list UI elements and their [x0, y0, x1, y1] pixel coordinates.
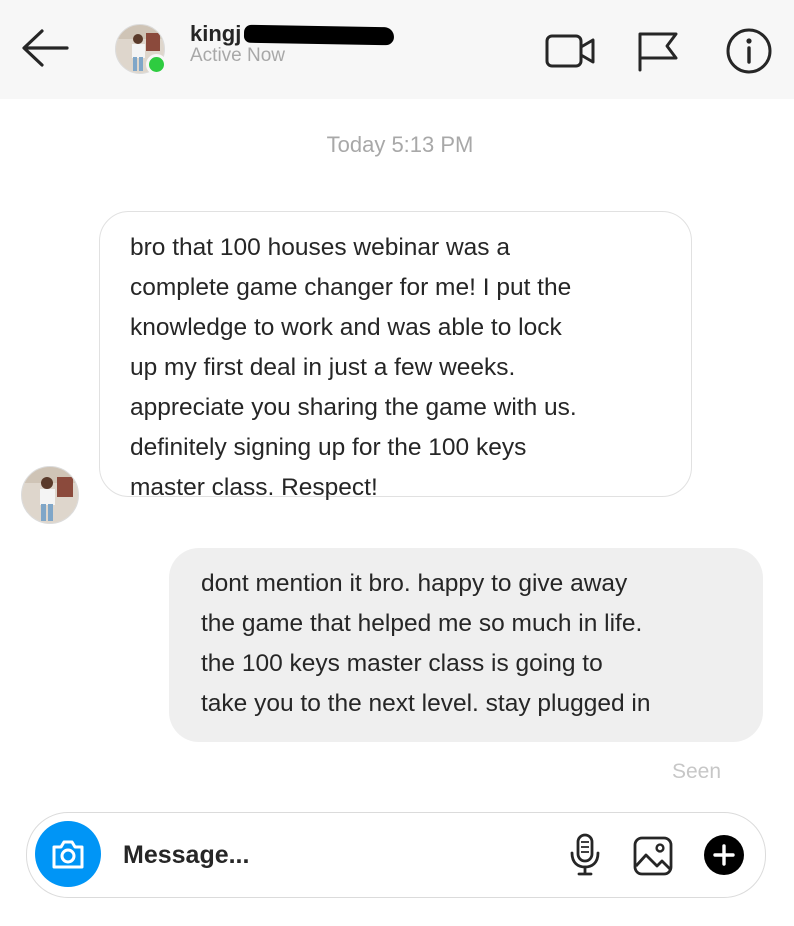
message-input[interactable] [123, 837, 543, 873]
username-redaction [243, 24, 395, 46]
outgoing-message[interactable]: dont mention it bro. happy to give away … [169, 548, 763, 742]
back-arrow-icon[interactable] [20, 26, 70, 70]
online-status-dot [146, 54, 167, 75]
flag-icon[interactable] [636, 30, 680, 72]
video-call-icon[interactable] [545, 31, 597, 71]
microphone-icon[interactable] [568, 833, 602, 877]
plus-icon[interactable] [703, 834, 745, 876]
message-composer [26, 812, 766, 898]
chat-header: kingj Active Now [0, 0, 794, 99]
active-status: Active Now [190, 45, 286, 66]
info-icon[interactable] [725, 27, 773, 75]
conversation-timestamp: Today 5:13 PM [326, 132, 474, 157]
contact-avatar[interactable] [115, 24, 167, 75]
incoming-message[interactable]: bro that 100 houses webinar was a comple… [99, 211, 692, 501]
sender-avatar[interactable] [21, 466, 79, 524]
contact-username[interactable]: kingj [190, 21, 241, 47]
seen-receipt: Seen [672, 760, 722, 783]
image-icon[interactable] [633, 836, 673, 876]
camera-icon [52, 840, 84, 869]
camera-button[interactable] [35, 821, 101, 887]
